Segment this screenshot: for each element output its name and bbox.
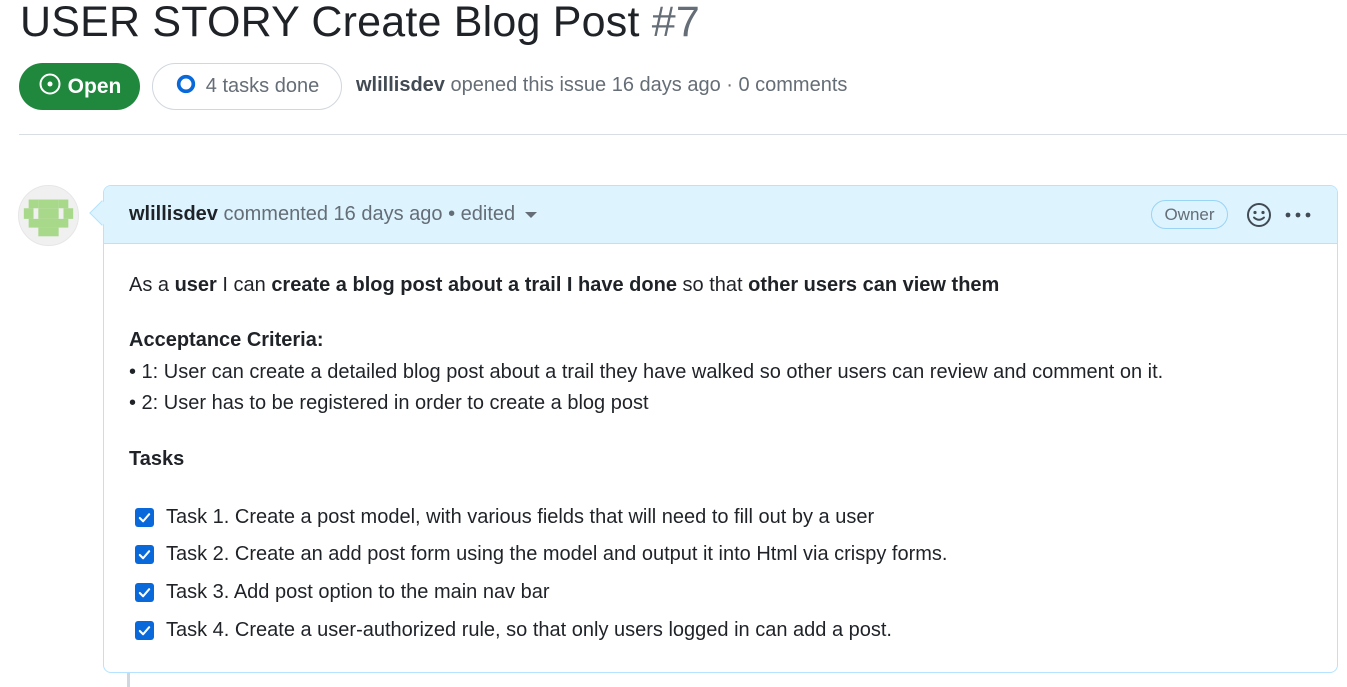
checkbox-checked-icon[interactable] [135,508,154,527]
user-story-paragraph: As a user I can create a blog post about… [129,274,999,297]
kebab-horizontal-icon[interactable] [1284,204,1316,226]
issue-number: #7 [651,0,701,46]
issue-meta: wlillisdev opened this issue 16 days ago… [356,74,847,97]
task-label: Task 2. Create an add post form using th… [166,543,948,565]
timeline-line [127,673,130,687]
checkbox-checked-icon[interactable] [135,621,154,640]
issue-opened-icon [38,72,62,102]
acceptance-heading: Acceptance Criteria: [129,329,324,352]
task-label: Task 1. Create a post model, with variou… [166,506,875,528]
story-text: I can [216,274,272,296]
tasks-heading: Tasks [129,448,184,471]
header-divider [19,134,1347,135]
criteria-item: • 2: User has to be registered in order … [129,392,649,414]
comment-author-link[interactable]: wlillisdev [129,203,218,225]
issue-meta-text: opened this issue 16 days ago · 0 commen… [450,74,848,96]
acceptance-heading-text: Acceptance Criteria: [129,329,324,351]
task-label: Task 3. Add post option to the main nav … [166,581,550,603]
issue-title-text: USER STORY Create Blog Post [20,0,640,46]
story-text: As a [129,274,175,296]
tasks-heading-text: Tasks [129,448,185,470]
comment-header: wlillisdev commented 16 days ago • edite… [104,186,1337,244]
tasks-progress-pill[interactable]: 4 tasks done [152,63,342,110]
criteria-item: • 1: User can create a detailed blog pos… [129,361,1164,383]
tasks-progress-label: 4 tasks done [205,75,320,97]
identicon-image [19,186,78,245]
comment-timestamp[interactable]: commented 16 days ago [224,203,443,225]
edited-dropdown[interactable]: • edited [448,203,538,225]
chevron-down-icon [525,211,538,218]
task-list-item: Task 1. Create a post model, with variou… [135,506,874,529]
task-list-item: Task 3. Add post option to the main nav … [135,581,550,604]
owner-badge: Owner [1151,200,1228,229]
comment-header-text: wlillisdev commented 16 days ago • edite… [129,203,538,226]
progress-circle-icon [175,73,197,101]
story-bold: create a blog post about a trail I have … [271,274,677,296]
task-list-item: Task 2. Create an add post form using th… [135,543,947,566]
story-bold: other users can view them [748,274,1000,296]
story-bold: user [174,274,217,296]
issue-author-link[interactable]: wlillisdev [356,74,445,96]
checkbox-checked-icon[interactable] [135,545,154,564]
checkbox-checked-icon[interactable] [135,583,154,602]
avatar[interactable] [18,185,79,246]
issue-title: USER STORY Create Blog Post #7 [20,0,700,47]
issue-state-badge: Open [19,63,140,110]
smiley-icon[interactable] [1246,202,1272,228]
edited-label: • edited [448,203,516,225]
task-label: Task 4. Create a user-authorized rule, s… [166,619,892,641]
story-text: so that [676,274,749,296]
issue-state-label: Open [67,74,122,98]
task-list-item: Task 4. Create a user-authorized rule, s… [135,619,892,642]
